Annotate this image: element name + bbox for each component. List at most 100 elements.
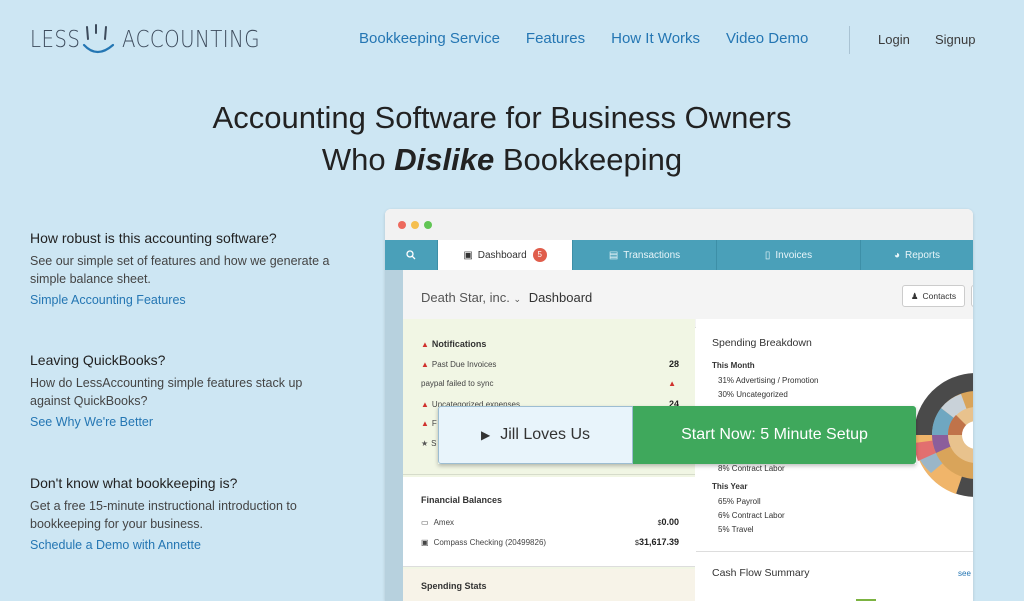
contacts-button[interactable]: ♟ Contacts [902,285,965,307]
login-link[interactable]: Login [878,32,910,47]
star-icon: ★ [421,439,429,448]
tab-invoices-label: Invoices [775,249,813,261]
see-link[interactable]: see [958,569,971,578]
app-screenshot: ▣ Dashboard 5 ▤ Transactions ▯ Invoices … [385,209,973,601]
cta-bar: ▶ Jill Loves Us Start Now: 5 Minute Setu… [438,406,916,464]
spending-stats-panel: Spending Stats [403,569,695,601]
tab-dashboard-label: Dashboard [477,249,527,261]
warning-icon: ▲ [421,340,429,349]
headline-dislike: Dislike [394,142,495,177]
bank-icon: ▣ [421,537,429,547]
balances-panel: Financial Balances ▭ Amex $0.00 ▣ Compass C… [403,477,695,567]
page-headline: Accounting Software for Business Owners … [0,97,1004,181]
warning-icon: ▲ [421,419,429,428]
row-label: Amex [433,517,455,527]
logo-text-accounting: ACCOUNTING [122,27,260,53]
notification-row[interactable]: ▲ Past Due Invoices 28 [421,359,679,369]
breakdown-row: 65% Payroll [718,497,761,506]
tab-transactions[interactable]: ▤ Transactions [573,240,717,270]
app-tabs: ▣ Dashboard 5 ▤ Transactions ▯ Invoices … [385,240,973,270]
row-value: 0.00 [661,517,679,527]
share-icon[interactable]: ∞ [971,285,973,307]
tab-invoices[interactable]: ▯ Invoices [717,240,861,270]
dashboard-icon: ▣ [463,249,473,261]
notification-badge: 5 [532,248,547,262]
faq-question: Leaving QuickBooks? [30,352,166,368]
close-dot-icon [398,221,406,229]
company-name: Death Star, inc. [421,290,510,305]
headline-line-2: Who Dislike Bookkeeping [0,139,1004,181]
faq-quickbooks: Leaving QuickBooks? How do LessAccountin… [30,352,330,429]
notifications-title-text: Notifications [431,339,487,349]
person-icon: ♟ [910,290,919,301]
nav-bookkeeping-service[interactable]: Bookkeeping Service [359,30,500,47]
tab-transactions-label: Transactions [623,249,681,261]
faq-link-features[interactable]: Simple Accounting Features [30,293,330,307]
headline-who: Who [321,142,395,177]
faq-link-better[interactable]: See Why We're Better [30,415,330,429]
cash-flow-title: Cash Flow Summary [712,567,810,579]
sidebar-strip [385,270,403,601]
nav-features[interactable]: Features [526,30,585,47]
tab-reports-label: Reports [905,249,941,261]
faq-question: How robust is this accounting software? [30,230,277,246]
faq-answer: Get a free 15-minute instructional intro… [30,499,297,531]
logo[interactable]: LESS ACCOUNTING [30,18,260,62]
start-now-label: Start Now: 5 Minute Setup [681,426,868,443]
watch-video-button[interactable]: ▶ Jill Loves Us [438,406,633,464]
chevron-down-icon: ⌄ [513,294,522,304]
warning-icon: ▲ [668,379,676,388]
row-value: 28 [668,359,679,369]
play-icon: ▶ [480,428,491,442]
faq-link-demo[interactable]: Schedule a Demo with Annette [30,538,330,552]
watch-video-label: Jill Loves Us [500,426,591,443]
faq-bookkeeping: Don't know what bookkeeping is? Get a fr… [30,475,330,552]
breakdown-row: 6% Contract Labor [718,511,785,520]
tab-dashboard[interactable]: ▣ Dashboard 5 [438,240,573,270]
row-label: Compass Checking (20499826) [433,537,547,547]
row-value: 31,617.39 [638,537,679,547]
spending-breakdown-title: Spending Breakdown [712,337,812,349]
notification-row[interactable]: paypal failed to sync ▲ [421,379,679,388]
warning-icon: ▲ [421,359,429,369]
faq-answer: See our simple set of features and how w… [30,254,330,286]
breakdown-row: 31% Advertising / Promotion [718,376,819,385]
pie-chart-icon: ◕ [893,249,901,261]
this-year-label: This Year [712,482,748,491]
faq-robust: How robust is this accounting software? … [30,230,330,307]
nav-video-demo[interactable]: Video Demo [726,30,808,47]
minimize-dot-icon [411,221,419,229]
breakdown-row: 30% Uncategorized [718,390,788,399]
window-titlebar [385,209,973,240]
main-nav: Bookkeeping Service Features How It Work… [359,30,808,47]
maximize-dot-icon [424,221,432,229]
faq-answer: How do LessAccounting simple features st… [30,376,303,408]
row-label: F [431,419,437,428]
search-icon[interactable] [385,240,438,270]
logo-text-less: LESS [30,27,81,53]
this-month-label: This Month [712,361,755,370]
money-icon: ▤ [608,249,619,261]
balances-title: Financial Balances [421,495,503,505]
section-divider [696,551,973,552]
balance-row[interactable]: ▣ Compass Checking (20499826) $31,617.39 [421,537,679,547]
breakdown-row: 5% Travel [718,525,754,534]
balance-row[interactable]: ▭ Amex $0.00 [421,517,679,527]
breakdown-row: 8% Contract Labor [718,464,785,473]
tab-reports[interactable]: ◕ Reports [861,240,973,270]
credit-card-icon: ▭ [421,517,429,527]
spending-stats-title: Spending Stats [421,581,487,591]
row-label: Past Due Invoices [431,359,497,369]
start-now-button[interactable]: Start Now: 5 Minute Setup [633,406,916,464]
row-label: paypal failed to sync [421,379,494,388]
nav-divider [849,26,850,54]
faq-question: Don't know what bookkeeping is? [30,475,238,491]
contacts-label: Contacts [922,291,957,301]
signup-link[interactable]: Signup [935,32,975,47]
smiley-logo-icon [82,24,115,54]
row-label: S [431,439,437,448]
nav-how-it-works[interactable]: How It Works [611,30,700,47]
headline-bookkeeping: Bookkeeping [494,142,683,177]
company-breadcrumb[interactable]: Death Star, inc. ⌄ Dashboard [421,290,592,305]
headline-line-1: Accounting Software for Business Owners [212,100,792,135]
